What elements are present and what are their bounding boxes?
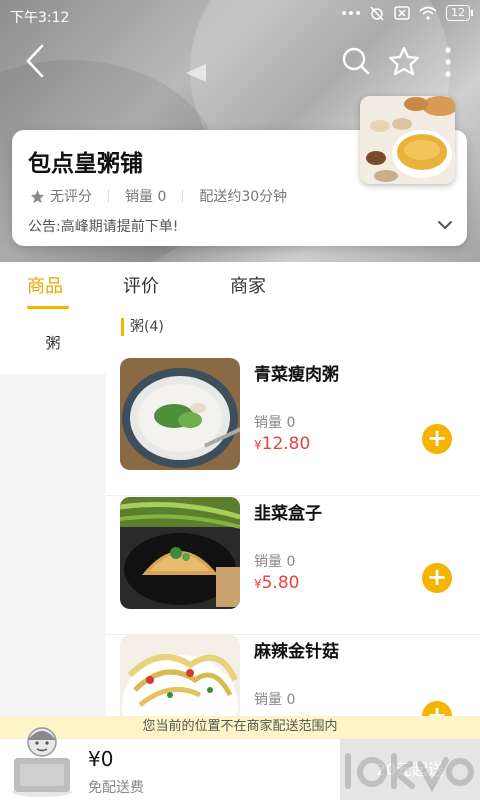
product-sales: 销量 0 — [254, 692, 296, 708]
shop-sales: 销量 0 — [125, 189, 167, 205]
currency-symbol: ¥ — [254, 577, 262, 591]
search-button[interactable] — [342, 47, 370, 79]
category-item-congee[interactable]: 粥 — [0, 312, 106, 374]
product-item[interactable]: 麻辣金针菇 销量 0 + — [106, 635, 480, 716]
more-status-icon — [342, 11, 360, 15]
product-image — [120, 497, 240, 609]
shop-rating: 无评分 — [50, 189, 92, 205]
price-value: 12.80 — [261, 434, 311, 454]
product-price: ¥5.80 — [254, 573, 300, 593]
section-title: 粥(4) — [121, 318, 164, 336]
star-icon — [388, 46, 420, 76]
status-bar: 下午3:12 12 — [0, 0, 480, 30]
product-sales: 销量 0 — [254, 415, 296, 431]
product-sales: 销量 0 — [254, 554, 296, 570]
shop-notice: 公告:高峰期请提前下单! — [28, 219, 179, 235]
price-value: 5.80 — [261, 573, 300, 593]
add-icon: + — [426, 701, 448, 716]
more-button[interactable] — [444, 46, 452, 82]
tab-bar: 商品 评价 商家 — [0, 262, 480, 312]
shop-name: 包点皇粥铺 — [28, 151, 143, 177]
shop-delivery-time: 配送约30分钟 — [199, 189, 288, 205]
more-icon — [445, 47, 451, 77]
search-icon — [342, 47, 370, 75]
add-to-cart-button[interactable]: + — [422, 701, 452, 716]
product-image — [120, 358, 240, 470]
tab-reviews[interactable]: 评价 — [123, 272, 159, 298]
add-icon: + — [426, 563, 448, 591]
notice-expand-button[interactable] — [437, 216, 453, 235]
currency-symbol: ¥ — [254, 438, 262, 452]
checkout-button[interactable]: 20元起送 — [340, 739, 480, 800]
product-price: ¥12.80 — [254, 434, 310, 454]
product-name: 韭菜盒子 — [254, 504, 322, 524]
sim-icon — [394, 6, 410, 20]
tab-products[interactable]: 商品 — [27, 272, 63, 298]
cart-icon — [12, 727, 72, 797]
category-sidebar: 粥 — [0, 312, 106, 732]
alarm-off-icon — [370, 6, 384, 21]
chevron-down-icon — [438, 221, 452, 229]
add-to-cart-button[interactable]: + — [422, 563, 452, 593]
active-tab-indicator — [27, 306, 69, 309]
battery-icon: 12 — [446, 5, 473, 21]
add-to-cart-button[interactable]: + — [422, 424, 452, 454]
rating-star-icon — [30, 189, 45, 203]
shop-meta: 无评分 销量 0 配送约30分钟 — [30, 186, 287, 206]
back-icon — [26, 44, 44, 78]
status-time: 下午3:12 — [10, 10, 70, 26]
add-icon: + — [426, 424, 448, 452]
product-item[interactable]: 青菜瘦肉粥 销量 0 ¥12.80 + — [106, 358, 480, 496]
product-name: 青菜瘦肉粥 — [254, 365, 339, 385]
product-item[interactable]: 韭菜盒子 销量 0 ¥5.80 + — [106, 497, 480, 635]
header-decoration — [186, 64, 206, 82]
back-button[interactable] — [24, 44, 46, 82]
cart-total: ¥0 — [88, 747, 114, 771]
shop-logo-image — [360, 96, 455, 184]
delivery-fee-label: 免配送费 — [88, 780, 144, 796]
product-image — [120, 635, 240, 716]
divider — [182, 189, 184, 203]
product-name: 麻辣金针菇 — [254, 642, 339, 662]
divider — [108, 189, 109, 203]
cart-button[interactable] — [8, 718, 76, 798]
favorite-button[interactable] — [388, 45, 420, 81]
tab-merchant[interactable]: 商家 — [230, 272, 266, 298]
wifi-icon — [419, 6, 437, 20]
